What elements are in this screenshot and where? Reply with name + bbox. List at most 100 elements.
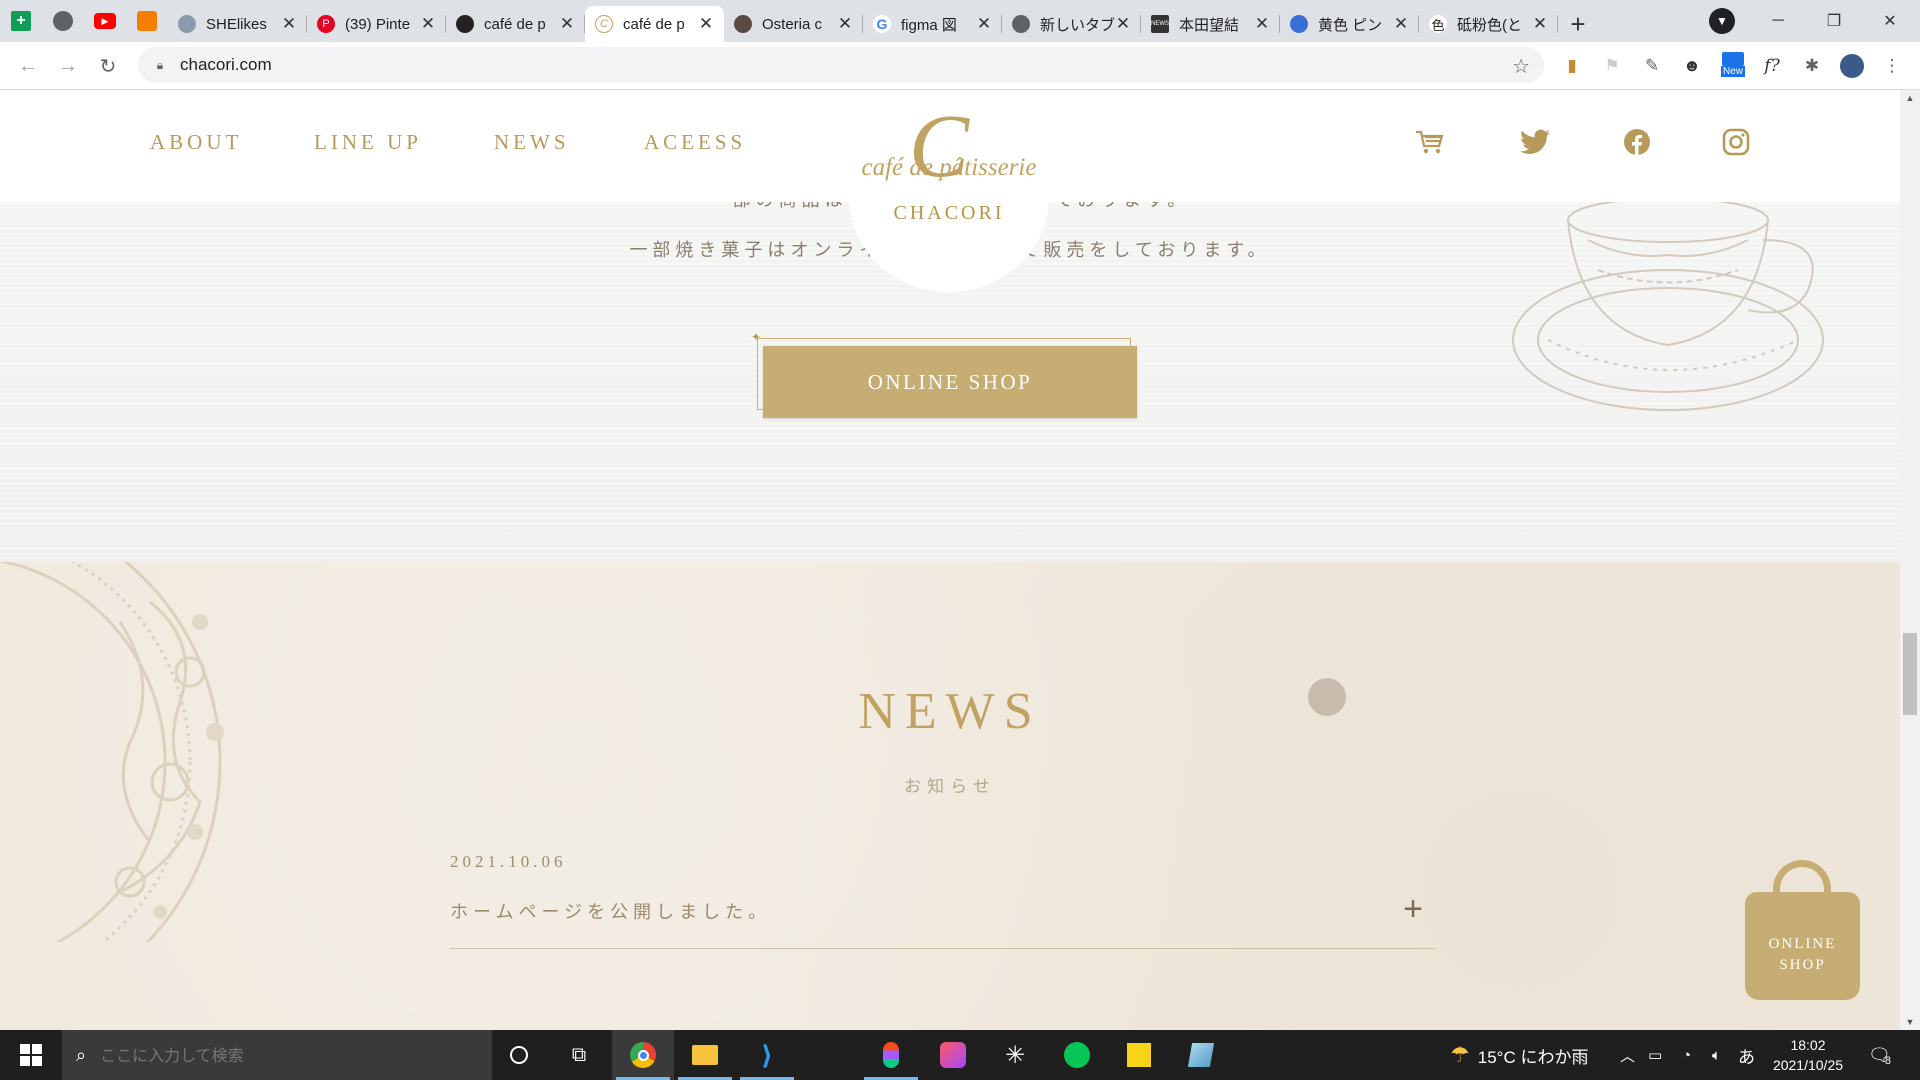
taskbar-line[interactable] <box>1046 1030 1108 1080</box>
extension-new-badge-icon[interactable]: New <box>1718 52 1748 78</box>
close-icon[interactable]: ✕ <box>837 15 853 32</box>
online-shop-cta[interactable]: ✦ ✦ ONLINE SHOP <box>751 330 1137 426</box>
scroll-down-arrow-icon[interactable]: ▼ <box>1900 1014 1920 1030</box>
taskbar-search-input[interactable] <box>100 1045 481 1065</box>
taskbar-figma[interactable] <box>860 1030 922 1080</box>
taskbar-vscode[interactable]: ⟩ <box>736 1030 798 1080</box>
blogger-icon <box>137 11 157 31</box>
cafe-favicon-icon <box>456 15 474 33</box>
nav-news[interactable]: NEWS <box>494 130 570 155</box>
extension-ruler-icon[interactable]: ▮ <box>1560 54 1584 78</box>
tab-shelikes[interactable]: SHElikes ✕ <box>168 6 307 42</box>
tray-chevron-up-icon[interactable]: ︿ <box>1620 1030 1635 1080</box>
extension-bookmark-icon[interactable]: ⚑ <box>1600 54 1624 78</box>
facebook-icon[interactable] <box>1619 124 1655 160</box>
pinterest-icon: P <box>317 15 335 33</box>
start-button[interactable] <box>0 1030 62 1080</box>
close-icon[interactable]: ✕ <box>1393 15 1409 32</box>
tab-cafe-1[interactable]: café de p ✕ <box>446 6 585 42</box>
task-view-icon: ⧉ <box>571 1043 587 1066</box>
bag-label-line-2: SHOP <box>1779 957 1826 973</box>
browser-tab-strip: + ▶ SHElikes ✕ P (39) Pinte ✕ café de p … <box>0 0 1920 42</box>
pinned-tab-globe[interactable] <box>42 0 84 42</box>
weather-text: 15°C にわか雨 <box>1477 1047 1589 1067</box>
site-logo[interactable]: C café de pâtisserie CHACORI <box>849 102 1049 292</box>
taskbar-chrome[interactable] <box>612 1030 674 1080</box>
taskbar-clock[interactable]: 18:02 2021/10/25 <box>1762 1035 1854 1075</box>
tab-new-tab[interactable]: 新しいタブ ✕ <box>1002 6 1141 42</box>
tab-news[interactable]: NEWS 本田望結 ✕ <box>1141 6 1280 42</box>
news-item[interactable]: ホームページを公開しました。 + <box>450 890 1435 949</box>
tab-figma-search[interactable]: G figma 図 ✕ <box>863 6 1002 42</box>
close-window-button[interactable]: ✕ <box>1862 0 1918 42</box>
extensions-puzzle-icon[interactable]: ✱ <box>1800 54 1824 78</box>
close-icon[interactable]: ✕ <box>698 15 714 32</box>
scrollbar-thumb[interactable] <box>1903 633 1917 715</box>
close-icon[interactable]: ✕ <box>420 15 436 32</box>
cortana-button[interactable] <box>488 1030 550 1080</box>
nav-access[interactable]: ACEESS <box>644 130 746 155</box>
pinned-tab-youtube[interactable]: ▶ <box>84 0 126 42</box>
url-input[interactable] <box>180 55 1380 75</box>
news-subheading: お知らせ <box>904 777 996 796</box>
youtube-icon: ▶ <box>94 13 116 29</box>
wifi-icon[interactable]: ◔ <box>1682 1030 1691 1080</box>
twitter-icon[interactable] <box>1517 124 1553 160</box>
extension-font-icon[interactable]: f? <box>1760 54 1784 78</box>
profile-avatar[interactable] <box>1840 54 1864 78</box>
address-bar[interactable]: 🔒︎ ☆ <box>138 47 1544 83</box>
figma-icon <box>883 1042 899 1068</box>
pinned-tab-blogger[interactable] <box>126 0 168 42</box>
scroll-up-arrow-icon[interactable]: ▲ <box>1900 90 1920 106</box>
close-icon[interactable]: ✕ <box>976 15 992 32</box>
site-header: ABOUT LINE UP NEWS ACEESS C café de pâti… <box>0 90 1900 292</box>
extension-eyedropper-icon[interactable]: ✎ <box>1640 54 1664 78</box>
tab-osteria[interactable]: Osteria c ✕ <box>724 6 863 42</box>
chrome-icon <box>1012 15 1030 33</box>
nav-about[interactable]: ABOUT <box>150 130 242 155</box>
reload-button[interactable]: ↻ <box>94 52 122 80</box>
tab-pinterest[interactable]: P (39) Pinte ✕ <box>307 6 446 42</box>
tab-cafe-active[interactable]: C café de p ✕ <box>585 6 724 42</box>
google-icon: G <box>873 15 891 33</box>
online-shop-button[interactable]: ONLINE SHOP <box>763 346 1137 418</box>
tab-search-button[interactable]: ▼ <box>1709 8 1735 34</box>
forward-button[interactable]: → <box>54 52 82 80</box>
notification-center-button[interactable]: 🗨︎ 8 <box>1868 1030 1891 1080</box>
taskbar-search[interactable]: ⌕ <box>62 1030 492 1080</box>
taskbar-sticky-notes[interactable] <box>1108 1030 1170 1080</box>
restore-button[interactable]: ❐ <box>1806 0 1862 42</box>
task-view-button[interactable]: ⧉ <box>548 1030 610 1080</box>
taskbar-creative-cloud[interactable] <box>922 1030 984 1080</box>
minimize-button[interactable]: ─ <box>1750 0 1806 42</box>
close-icon[interactable]: ✕ <box>1254 15 1270 32</box>
weather-widget[interactable]: ☂ 15°C にわか雨 <box>1450 1030 1588 1080</box>
taskbar-app[interactable] <box>1170 1030 1232 1080</box>
menu-kebab-icon[interactable]: ⋮ <box>1880 54 1904 78</box>
nav-line-up[interactable]: LINE UP <box>314 130 422 155</box>
tab-title: 黄色 ピン <box>1318 16 1383 34</box>
taskbar-file-explorer[interactable] <box>674 1030 736 1080</box>
close-icon[interactable]: ✕ <box>281 15 297 32</box>
bookmark-star-icon[interactable]: ☆ <box>1512 54 1530 79</box>
expand-plus-icon[interactable]: + <box>1403 890 1423 929</box>
tab-tonoko[interactable]: 色 砥粉色(と ✕ <box>1419 6 1558 42</box>
bag-body: ONLINE SHOP <box>1745 892 1860 1000</box>
instagram-icon[interactable] <box>1718 124 1754 160</box>
close-icon[interactable]: ✕ <box>1532 15 1548 32</box>
taskbar-slack[interactable]: ✳ <box>984 1030 1046 1080</box>
extension-person-icon[interactable]: ☻ <box>1680 54 1704 78</box>
volume-icon[interactable]: 🔈︎ <box>1712 1030 1721 1080</box>
page-scrollbar[interactable]: ▲ ▼ <box>1900 90 1920 1030</box>
tab-yellow-pink[interactable]: 黄色 ピン ✕ <box>1280 6 1419 42</box>
new-tab-button[interactable]: + <box>1558 6 1598 42</box>
ime-indicator[interactable]: あ <box>1738 1030 1755 1080</box>
battery-icon[interactable]: ▭ <box>1648 1030 1662 1080</box>
online-shop-bag-button[interactable]: ONLINE SHOP <box>1745 860 1885 1000</box>
pinned-tab-sheets[interactable]: + <box>0 0 42 42</box>
close-icon[interactable]: ✕ <box>559 15 575 32</box>
back-button[interactable]: ← <box>14 52 42 80</box>
news-favicon-icon: NEWS <box>1151 15 1169 33</box>
cart-icon[interactable] <box>1412 124 1448 160</box>
close-icon[interactable]: ✕ <box>1115 15 1131 32</box>
